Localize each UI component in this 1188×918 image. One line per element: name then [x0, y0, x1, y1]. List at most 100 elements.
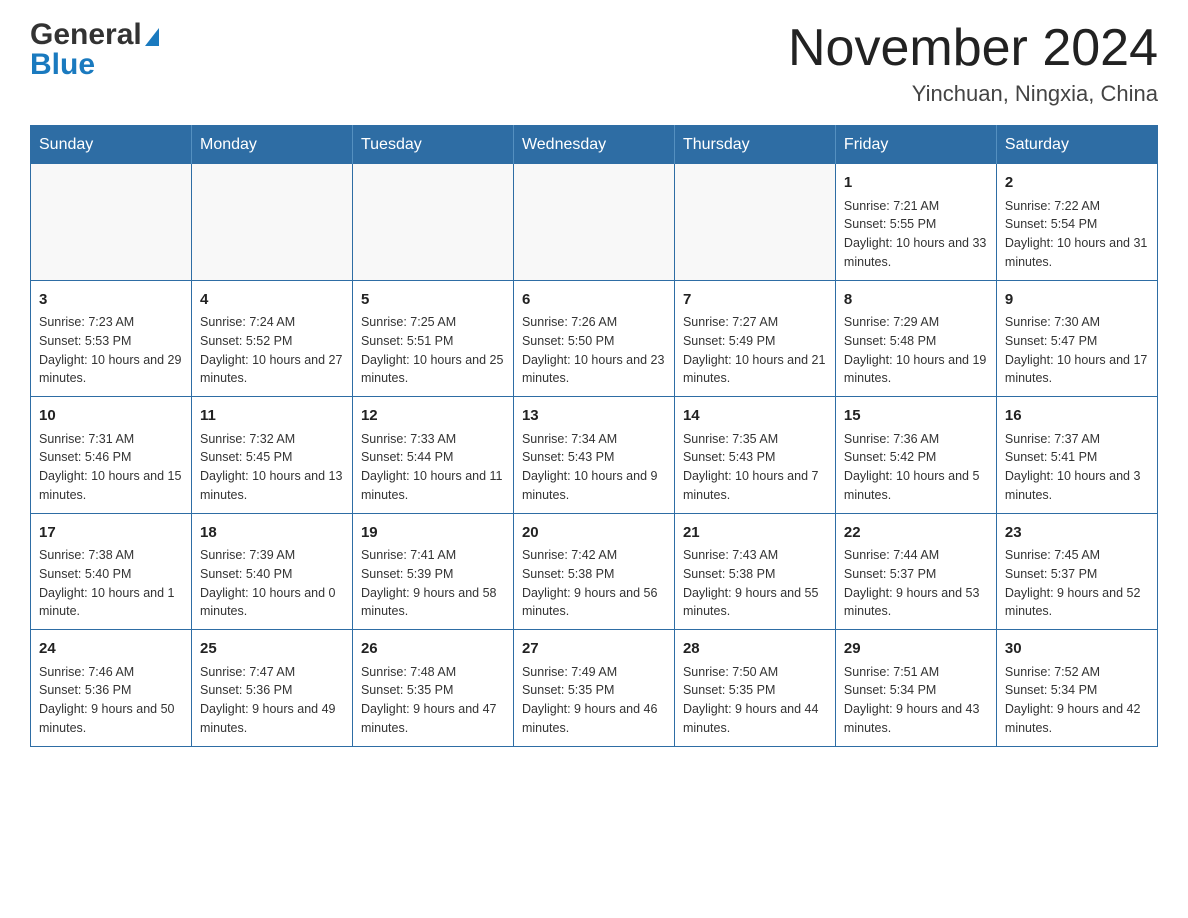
calendar-cell: 29Sunrise: 7:51 AMSunset: 5:34 PMDayligh… [835, 630, 996, 747]
calendar-cell [513, 164, 674, 280]
day-info: Sunset: 5:54 PM [1005, 215, 1149, 234]
day-info: Sunrise: 7:50 AM [683, 663, 827, 682]
day-info: Daylight: 9 hours and 53 minutes. [844, 584, 988, 622]
day-info: Daylight: 9 hours and 58 minutes. [361, 584, 505, 622]
day-info: Sunrise: 7:47 AM [200, 663, 344, 682]
calendar-cell: 11Sunrise: 7:32 AMSunset: 5:45 PMDayligh… [191, 397, 352, 514]
day-number: 6 [522, 289, 666, 312]
day-info: Sunset: 5:37 PM [1005, 565, 1149, 584]
calendar-header-row: SundayMondayTuesdayWednesdayThursdayFrid… [31, 126, 1158, 165]
day-info: Sunrise: 7:42 AM [522, 546, 666, 565]
calendar-cell: 23Sunrise: 7:45 AMSunset: 5:37 PMDayligh… [996, 513, 1157, 630]
day-info: Sunrise: 7:52 AM [1005, 663, 1149, 682]
day-info: Sunset: 5:44 PM [361, 448, 505, 467]
day-info: Sunset: 5:45 PM [200, 448, 344, 467]
day-number: 23 [1005, 522, 1149, 545]
day-number: 10 [39, 405, 183, 428]
day-info: Sunset: 5:48 PM [844, 332, 988, 351]
day-info: Sunset: 5:34 PM [1005, 681, 1149, 700]
day-info: Sunrise: 7:45 AM [1005, 546, 1149, 565]
day-info: Daylight: 10 hours and 7 minutes. [683, 467, 827, 505]
logo-triangle-icon [145, 28, 159, 46]
day-info: Sunset: 5:40 PM [39, 565, 183, 584]
day-info: Sunrise: 7:23 AM [39, 313, 183, 332]
day-info: Sunrise: 7:27 AM [683, 313, 827, 332]
calendar-cell [31, 164, 192, 280]
day-info: Daylight: 10 hours and 1 minute. [39, 584, 183, 622]
day-info: Sunset: 5:36 PM [39, 681, 183, 700]
day-info: Sunrise: 7:24 AM [200, 313, 344, 332]
calendar-cell: 19Sunrise: 7:41 AMSunset: 5:39 PMDayligh… [352, 513, 513, 630]
day-info: Daylight: 10 hours and 0 minutes. [200, 584, 344, 622]
calendar-cell: 16Sunrise: 7:37 AMSunset: 5:41 PMDayligh… [996, 397, 1157, 514]
calendar-cell: 21Sunrise: 7:43 AMSunset: 5:38 PMDayligh… [674, 513, 835, 630]
location-title: Yinchuan, Ningxia, China [788, 81, 1158, 107]
calendar-week-5: 24Sunrise: 7:46 AMSunset: 5:36 PMDayligh… [31, 630, 1158, 747]
calendar-cell: 5Sunrise: 7:25 AMSunset: 5:51 PMDaylight… [352, 280, 513, 397]
day-number: 2 [1005, 172, 1149, 195]
day-number: 30 [1005, 638, 1149, 661]
day-info: Sunset: 5:46 PM [39, 448, 183, 467]
day-info: Daylight: 9 hours and 56 minutes. [522, 584, 666, 622]
day-info: Daylight: 10 hours and 15 minutes. [39, 467, 183, 505]
day-info: Daylight: 10 hours and 3 minutes. [1005, 467, 1149, 505]
calendar-cell: 2Sunrise: 7:22 AMSunset: 5:54 PMDaylight… [996, 164, 1157, 280]
calendar-cell: 22Sunrise: 7:44 AMSunset: 5:37 PMDayligh… [835, 513, 996, 630]
day-info: Sunrise: 7:39 AM [200, 546, 344, 565]
col-header-friday: Friday [835, 126, 996, 165]
day-info: Sunset: 5:51 PM [361, 332, 505, 351]
day-info: Sunset: 5:37 PM [844, 565, 988, 584]
day-number: 25 [200, 638, 344, 661]
page-header: General Blue November 2024 Yinchuan, Nin… [30, 20, 1158, 107]
day-info: Sunrise: 7:35 AM [683, 430, 827, 449]
day-info: Daylight: 10 hours and 9 minutes. [522, 467, 666, 505]
day-info: Sunset: 5:52 PM [200, 332, 344, 351]
calendar-cell: 27Sunrise: 7:49 AMSunset: 5:35 PMDayligh… [513, 630, 674, 747]
day-number: 11 [200, 405, 344, 428]
calendar-cell: 12Sunrise: 7:33 AMSunset: 5:44 PMDayligh… [352, 397, 513, 514]
day-number: 26 [361, 638, 505, 661]
day-info: Sunset: 5:55 PM [844, 215, 988, 234]
day-info: Sunset: 5:35 PM [683, 681, 827, 700]
day-info: Sunrise: 7:48 AM [361, 663, 505, 682]
day-info: Daylight: 10 hours and 23 minutes. [522, 351, 666, 389]
day-info: Sunrise: 7:29 AM [844, 313, 988, 332]
day-info: Sunset: 5:39 PM [361, 565, 505, 584]
calendar-week-3: 10Sunrise: 7:31 AMSunset: 5:46 PMDayligh… [31, 397, 1158, 514]
day-number: 17 [39, 522, 183, 545]
day-info: Daylight: 10 hours and 29 minutes. [39, 351, 183, 389]
day-number: 4 [200, 289, 344, 312]
day-info: Sunrise: 7:34 AM [522, 430, 666, 449]
day-info: Sunset: 5:53 PM [39, 332, 183, 351]
day-number: 5 [361, 289, 505, 312]
day-info: Sunset: 5:42 PM [844, 448, 988, 467]
day-info: Sunrise: 7:36 AM [844, 430, 988, 449]
col-header-tuesday: Tuesday [352, 126, 513, 165]
day-info: Daylight: 9 hours and 50 minutes. [39, 700, 183, 738]
day-info: Sunrise: 7:33 AM [361, 430, 505, 449]
day-info: Daylight: 9 hours and 42 minutes. [1005, 700, 1149, 738]
title-area: November 2024 Yinchuan, Ningxia, China [788, 20, 1158, 107]
day-info: Daylight: 9 hours and 49 minutes. [200, 700, 344, 738]
calendar-cell: 10Sunrise: 7:31 AMSunset: 5:46 PMDayligh… [31, 397, 192, 514]
calendar-cell [191, 164, 352, 280]
calendar-cell: 15Sunrise: 7:36 AMSunset: 5:42 PMDayligh… [835, 397, 996, 514]
day-info: Sunset: 5:43 PM [683, 448, 827, 467]
calendar-cell: 7Sunrise: 7:27 AMSunset: 5:49 PMDaylight… [674, 280, 835, 397]
day-number: 20 [522, 522, 666, 545]
day-number: 14 [683, 405, 827, 428]
calendar-cell: 25Sunrise: 7:47 AMSunset: 5:36 PMDayligh… [191, 630, 352, 747]
day-number: 27 [522, 638, 666, 661]
day-number: 18 [200, 522, 344, 545]
calendar-cell: 1Sunrise: 7:21 AMSunset: 5:55 PMDaylight… [835, 164, 996, 280]
day-info: Sunset: 5:50 PM [522, 332, 666, 351]
col-header-wednesday: Wednesday [513, 126, 674, 165]
calendar-cell: 18Sunrise: 7:39 AMSunset: 5:40 PMDayligh… [191, 513, 352, 630]
calendar-week-2: 3Sunrise: 7:23 AMSunset: 5:53 PMDaylight… [31, 280, 1158, 397]
day-info: Daylight: 10 hours and 5 minutes. [844, 467, 988, 505]
day-info: Sunrise: 7:32 AM [200, 430, 344, 449]
day-info: Daylight: 10 hours and 27 minutes. [200, 351, 344, 389]
month-title: November 2024 [788, 20, 1158, 77]
day-info: Daylight: 10 hours and 25 minutes. [361, 351, 505, 389]
day-info: Sunrise: 7:22 AM [1005, 197, 1149, 216]
